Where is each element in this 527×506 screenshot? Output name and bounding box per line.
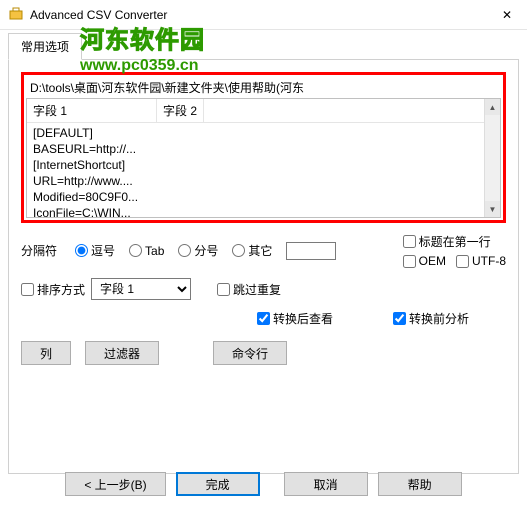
- window-title: Advanced CSV Converter: [30, 8, 519, 22]
- table-row[interactable]: URL=http://www....: [33, 173, 478, 189]
- mid-button-row: 列 过滤器 命令行: [21, 341, 506, 365]
- finish-button[interactable]: 完成: [176, 472, 260, 496]
- column-header-2[interactable]: 字段 2: [157, 99, 204, 122]
- back-button[interactable]: < 上一步(B): [65, 472, 165, 496]
- preview-header: 字段 1 字段 2: [27, 99, 484, 123]
- convert-row: 转换后查看 转换前分析: [21, 310, 506, 327]
- separator-other-input[interactable]: [286, 242, 336, 260]
- columns-button[interactable]: 列: [21, 341, 71, 365]
- help-button[interactable]: 帮助: [378, 472, 462, 496]
- table-row[interactable]: IconFile=C:\WIN...: [33, 205, 478, 217]
- filter-button[interactable]: 过滤器: [85, 341, 159, 365]
- main-panel: D:\tools\桌面\河东软件园\新建文件夹\使用帮助(河东 字段 1 字段 …: [8, 59, 519, 474]
- check-sort[interactable]: 排序方式: [21, 281, 85, 298]
- wizard-footer: < 上一步(B) 完成 取消 帮助: [0, 472, 527, 496]
- column-header-1[interactable]: 字段 1: [27, 99, 157, 122]
- scroll-track[interactable]: [485, 115, 500, 201]
- check-oem[interactable]: OEM: [403, 254, 446, 268]
- file-path: D:\tools\桌面\河东软件园\新建文件夹\使用帮助(河东: [26, 77, 501, 98]
- sort-row: 排序方式 字段 1 跳过重复: [21, 278, 506, 300]
- close-button[interactable]: ✕: [487, 0, 527, 30]
- check-view-after[interactable]: 转换后查看: [257, 310, 333, 327]
- scroll-down-icon[interactable]: ▼: [485, 201, 500, 217]
- close-icon: ✕: [502, 8, 512, 22]
- cmdline-button[interactable]: 命令行: [213, 341, 287, 365]
- titlebar: Advanced CSV Converter ✕: [0, 0, 527, 30]
- preview-grid: 字段 1 字段 2 [DEFAULT] BASEURL=http://... […: [26, 98, 501, 218]
- tab-strip: 常用选项: [0, 32, 527, 59]
- radio-comma[interactable]: 逗号: [75, 242, 115, 259]
- table-row[interactable]: BASEURL=http://...: [33, 141, 478, 157]
- check-skip-duplicate[interactable]: 跳过重复: [217, 281, 281, 298]
- table-row[interactable]: [DEFAULT]: [33, 125, 478, 141]
- app-icon: [8, 7, 24, 23]
- preview-body: [DEFAULT] BASEURL=http://... [InternetSh…: [27, 123, 484, 217]
- encoding-checks: 标题在第一行 OEM UTF-8: [403, 233, 506, 268]
- check-header-first-row[interactable]: 标题在第一行: [403, 233, 506, 250]
- radio-tab[interactable]: Tab: [129, 244, 164, 258]
- vertical-scrollbar[interactable]: ▲ ▼: [484, 99, 500, 217]
- sort-field-combo[interactable]: 字段 1: [91, 278, 191, 300]
- preview-highlight: D:\tools\桌面\河东软件园\新建文件夹\使用帮助(河东 字段 1 字段 …: [21, 72, 506, 223]
- radio-semicolon[interactable]: 分号: [178, 242, 218, 259]
- table-row[interactable]: Modified=80C9F0...: [33, 189, 478, 205]
- table-row[interactable]: [InternetShortcut]: [33, 157, 478, 173]
- separator-label: 分隔符: [21, 242, 69, 259]
- check-analyze-before[interactable]: 转换前分析: [393, 310, 469, 327]
- cancel-button[interactable]: 取消: [284, 472, 368, 496]
- separator-radio-group: 逗号 Tab 分号 其它: [75, 242, 336, 260]
- separator-row: 分隔符 逗号 Tab 分号 其它 标题在第一行 OEM UTF-8: [21, 233, 506, 268]
- check-utf8[interactable]: UTF-8: [456, 254, 506, 268]
- scroll-up-icon[interactable]: ▲: [485, 99, 500, 115]
- radio-other[interactable]: 其它: [232, 242, 272, 259]
- tab-common-options[interactable]: 常用选项: [8, 33, 82, 60]
